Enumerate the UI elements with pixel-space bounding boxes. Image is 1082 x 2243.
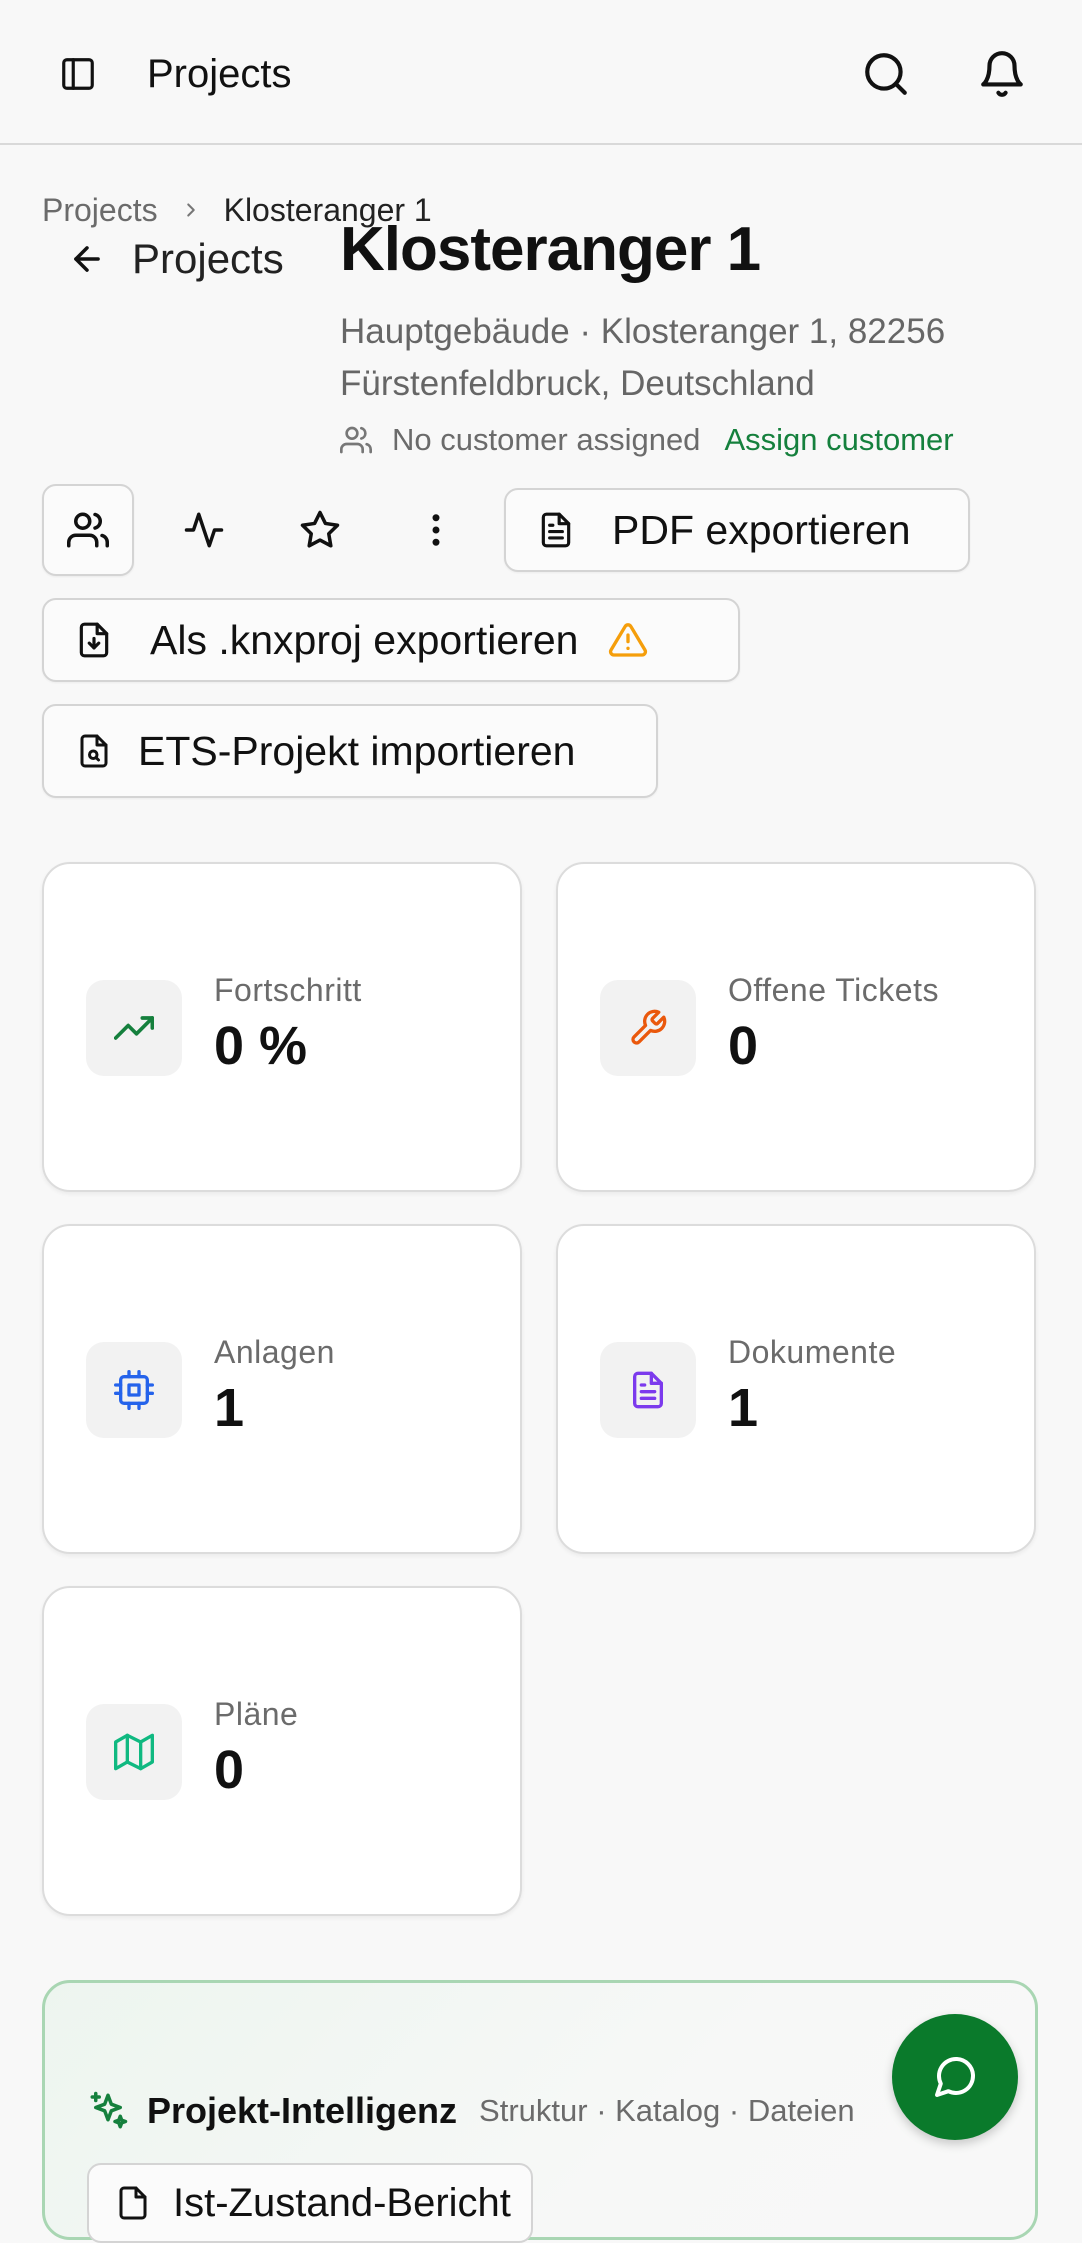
top-bar: Projects: [0, 0, 1082, 145]
wrench-icon: [631, 1009, 667, 1045]
export-pdf-button[interactable]: PDF exportieren: [504, 488, 970, 572]
stat-card-documents[interactable]: Dokumente 1: [556, 1224, 1036, 1554]
sparkles-icon: [90, 2091, 128, 2129]
back-to-projects-link[interactable]: Projects: [68, 234, 284, 284]
page-title: Projects: [147, 52, 292, 96]
file-text-icon: [633, 1371, 663, 1409]
more-vertical-icon: [432, 514, 440, 546]
stat-label: Dokumente: [728, 1334, 897, 1370]
intelligence-meta: Struktur · Katalog · Dateien: [479, 2093, 855, 2128]
status-report-button[interactable]: Ist-Zustand-Bericht: [87, 2163, 533, 2243]
users-icon: [67, 512, 109, 548]
intelligence-title: Projekt-Intelligenz: [147, 2090, 458, 2131]
file-text-icon: [536, 510, 576, 550]
customer-row: No customer assigned Assign customer: [340, 420, 954, 460]
back-link-label: Projects: [132, 235, 284, 282]
trending-up-icon: [114, 1016, 154, 1040]
activity-button[interactable]: [158, 484, 250, 576]
stat-value: 1: [214, 1378, 245, 1438]
project-intelligence-panel: Projekt-Intelligenz Struktur · Katalog ·…: [42, 1980, 1038, 2243]
export-knxproj-button[interactable]: Als .knxproj exportieren: [42, 598, 740, 682]
search-button[interactable]: [858, 46, 914, 102]
status-report-label: Ist-Zustand-Bericht: [173, 2180, 511, 2225]
stat-card-open-tickets[interactable]: Offene Tickets 0: [556, 862, 1036, 1192]
map-icon: [114, 1733, 154, 1771]
breadcrumb-root[interactable]: Projects: [42, 190, 158, 230]
project-title: Klosteranger 1: [340, 215, 761, 284]
stat-label: Fortschritt: [214, 972, 362, 1008]
stat-card-plans[interactable]: Pläne 0: [42, 1586, 522, 1916]
team-button[interactable]: [42, 484, 134, 576]
sidebar-toggle-button[interactable]: [54, 50, 102, 98]
more-options-button[interactable]: [390, 484, 482, 576]
assign-customer-link[interactable]: Assign customer: [724, 420, 953, 460]
intelligence-header: Projekt-Intelligenz Struktur · Katalog ·…: [87, 2089, 855, 2133]
import-ets-label: ETS-Projekt importieren: [138, 728, 576, 774]
star-icon: [300, 510, 340, 548]
stat-icon-box: [86, 1704, 182, 1800]
panel-left-icon: [62, 58, 94, 90]
export-knxproj-label: Als .knxproj exportieren: [150, 617, 579, 663]
favorite-button[interactable]: [274, 484, 366, 576]
chevron-right-icon: [180, 199, 202, 221]
activity-icon: [184, 512, 224, 548]
export-pdf-label: PDF exportieren: [612, 507, 911, 553]
stat-value: 0: [214, 1740, 245, 1800]
search-icon: [865, 53, 907, 95]
stat-icon-box: [600, 1342, 696, 1438]
arrow-left-icon: [68, 239, 108, 279]
message-circle-icon: [935, 2056, 976, 2097]
file-search-icon: [74, 731, 114, 771]
file-download-icon: [74, 620, 114, 660]
warning-icon: [608, 620, 648, 660]
stat-icon-box: [86, 980, 182, 1076]
stat-icon-box: [86, 1342, 182, 1438]
stat-label: Anlagen: [214, 1334, 335, 1370]
stat-value: 1: [728, 1378, 759, 1438]
notifications-button[interactable]: [974, 46, 1030, 102]
chat-fab-button[interactable]: [892, 2014, 1018, 2140]
stat-value: 0 %: [214, 1016, 308, 1076]
cpu-icon: [114, 1370, 154, 1410]
stat-icon-box: [600, 980, 696, 1076]
bell-icon: [981, 51, 1023, 97]
file-icon: [119, 2186, 147, 2220]
import-ets-button[interactable]: ETS-Projekt importieren: [42, 704, 658, 798]
users-icon: [340, 426, 372, 454]
customer-status: No customer assigned: [392, 422, 701, 457]
stat-card-progress[interactable]: Fortschritt 0 %: [42, 862, 522, 1192]
project-address: Hauptgebäude · Klosteranger 1, 82256 Für…: [340, 312, 946, 403]
stat-label: Offene Tickets: [728, 972, 939, 1008]
stat-card-devices[interactable]: Anlagen 1: [42, 1224, 522, 1554]
stat-value: 0: [728, 1016, 759, 1076]
stat-label: Pläne: [214, 1696, 299, 1732]
